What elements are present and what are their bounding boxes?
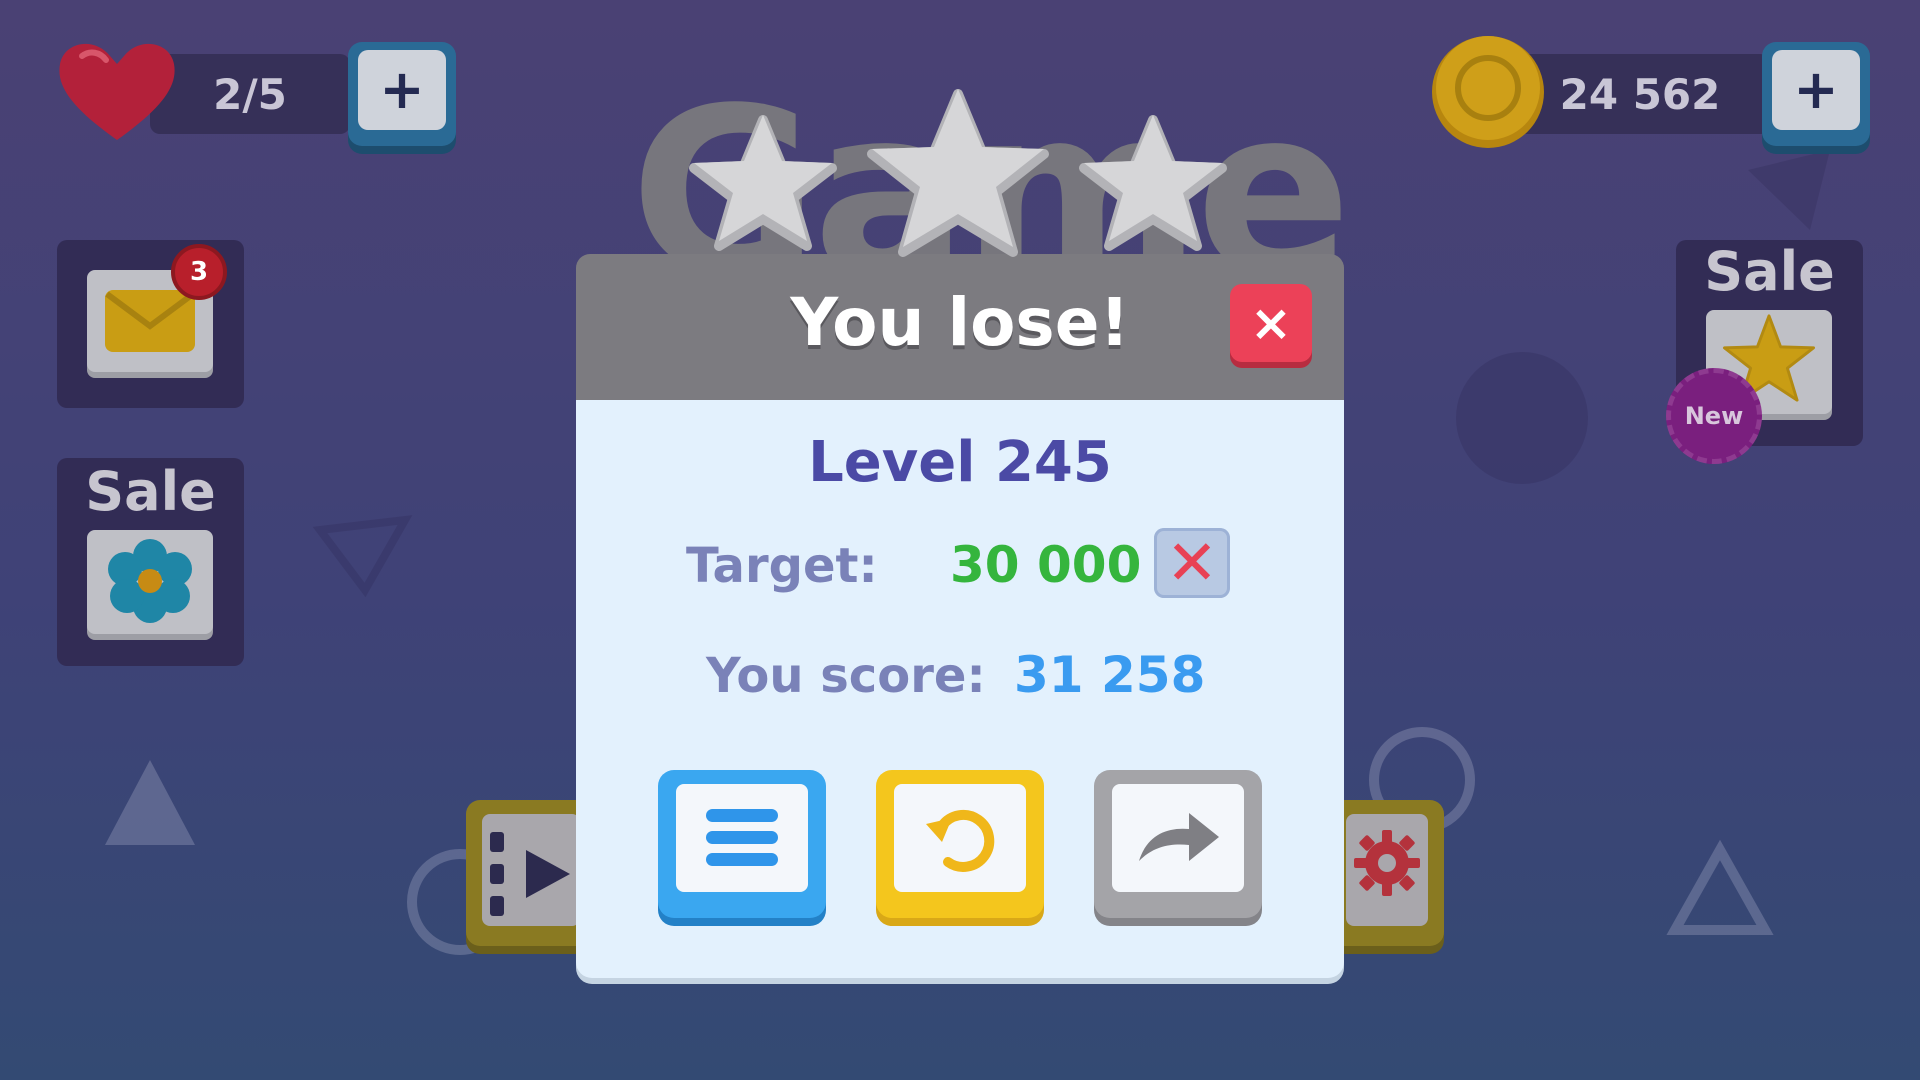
mail-badge-count: 3: [189, 257, 209, 287]
star-1: [689, 115, 837, 251]
target-label: Target:: [686, 538, 878, 594]
new-badge-label: New: [1684, 402, 1744, 430]
star-2: [867, 89, 1049, 257]
left-sale-panel[interactable]: Sale: [57, 458, 244, 666]
new-badge: New: [1666, 368, 1762, 464]
level-label: Level 245: [808, 430, 1112, 495]
dialog-title: You lose!: [790, 284, 1130, 361]
cross-icon: ✕: [1166, 526, 1218, 599]
stars-row: [689, 89, 1227, 257]
film-icon: [490, 832, 570, 916]
retry-icon: [926, 809, 995, 872]
target-value: 30 000: [950, 536, 1142, 594]
next-button[interactable]: [1094, 770, 1262, 918]
menu-icon: [706, 809, 778, 866]
score-label: You score:: [706, 648, 986, 704]
lives-value: 2/5: [213, 69, 287, 119]
close-icon: ×: [1250, 294, 1292, 352]
sale-label: Sale: [1704, 240, 1835, 303]
add-coins-button[interactable]: +: [1762, 42, 1870, 146]
coin-icon: [1432, 36, 1544, 148]
coins-bar: 24 562: [1510, 54, 1770, 134]
star-3: [1079, 115, 1227, 251]
menu-button[interactable]: [658, 770, 826, 918]
target-failed-icon: ✕: [1154, 528, 1230, 598]
add-lives-button[interactable]: +: [348, 42, 456, 146]
retry-button[interactable]: [876, 770, 1044, 918]
heart-icon: [59, 43, 175, 140]
flower-icon: [108, 539, 192, 623]
mail-panel[interactable]: 3: [57, 240, 244, 408]
gear-icon: [1354, 830, 1420, 896]
score-value: 31 258: [1014, 646, 1206, 704]
mail-badge: 3: [171, 244, 227, 300]
plus-icon: +: [379, 58, 425, 121]
plus-icon: +: [1793, 58, 1839, 121]
sale-tile: [87, 530, 213, 634]
arrow-right-icon: [1139, 813, 1219, 861]
sale-label: Sale: [85, 460, 216, 523]
close-button[interactable]: ×: [1230, 284, 1312, 362]
coins-value: 24 562: [1559, 69, 1721, 119]
settings-button[interactable]: [1330, 800, 1444, 946]
lose-dialog: You lose! × Level 245 Target: 30 000 ✕ Y…: [576, 254, 1344, 978]
envelope-icon: [105, 290, 195, 352]
